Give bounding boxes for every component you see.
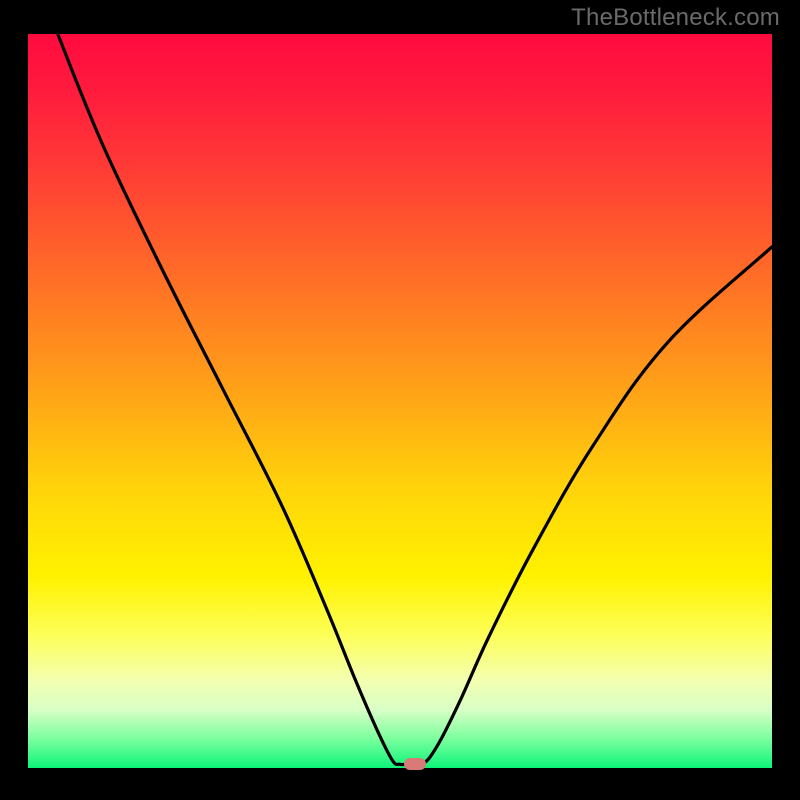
curve-path bbox=[58, 34, 772, 766]
watermark-text: TheBottleneck.com bbox=[571, 4, 780, 32]
chart-frame: TheBottleneck.com bbox=[0, 0, 800, 800]
plot-area bbox=[28, 34, 772, 768]
bottleneck-curve bbox=[28, 34, 772, 768]
valley-marker bbox=[404, 758, 426, 770]
